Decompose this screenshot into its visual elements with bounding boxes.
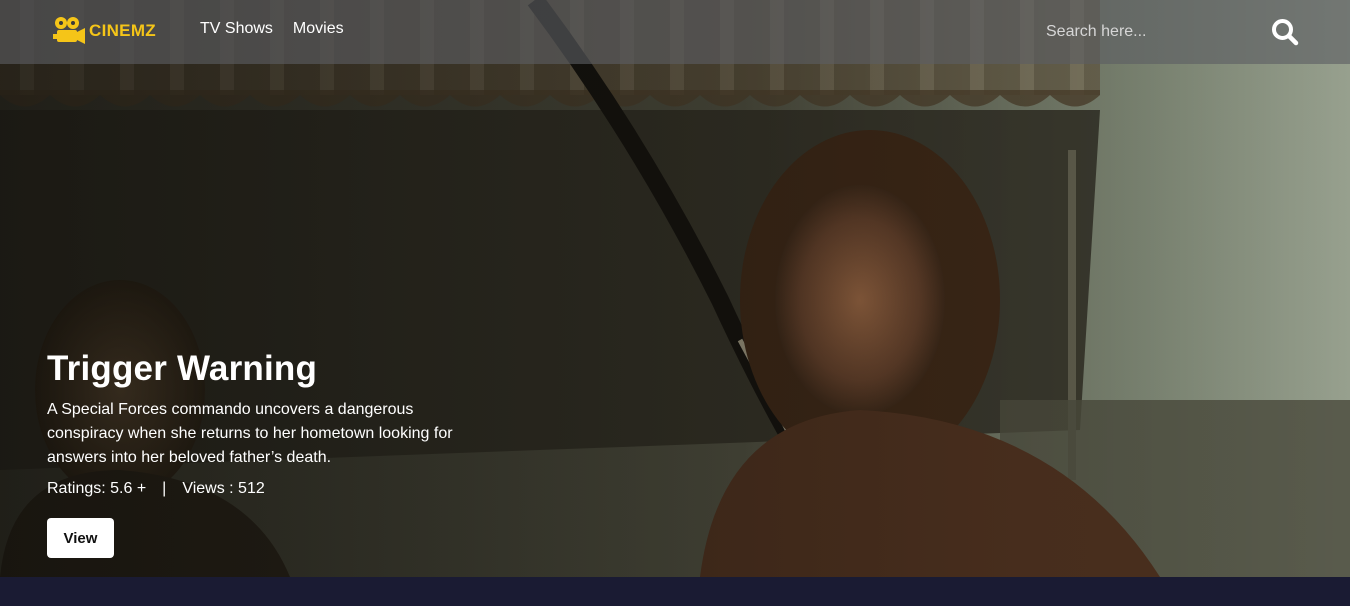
search-button[interactable] bbox=[1270, 17, 1300, 47]
hero-banner: Trigger Warning A Special Forces command… bbox=[0, 0, 1350, 577]
view-button[interactable]: View bbox=[47, 518, 114, 558]
hero-description: A Special Forces commando uncovers a dan… bbox=[47, 401, 453, 466]
nav-tv-shows[interactable]: TV Shows bbox=[200, 20, 273, 38]
brand-name: CINEMZ bbox=[89, 21, 156, 40]
search-input[interactable] bbox=[1040, 16, 1262, 48]
meta-separator: | bbox=[162, 480, 167, 497]
film-camera-icon bbox=[53, 17, 85, 44]
views-text: Views : 512 bbox=[182, 480, 265, 497]
hero-title: Trigger Warning bbox=[47, 349, 318, 388]
search-icon bbox=[1272, 19, 1299, 46]
top-navbar: CINEMZ TV Shows Movies bbox=[0, 0, 1350, 64]
hero-content: Trigger Warning A Special Forces command… bbox=[47, 346, 487, 558]
page: Trigger Warning A Special Forces command… bbox=[0, 0, 1350, 606]
main-nav: TV Shows Movies bbox=[200, 20, 344, 38]
ratings-text: Ratings: 5.6 + bbox=[47, 480, 147, 497]
nav-movies[interactable]: Movies bbox=[293, 20, 344, 38]
brand-logo[interactable]: CINEMZ bbox=[53, 14, 156, 48]
hero-meta: Ratings: 5.6 + | Views : 512 bbox=[47, 478, 487, 500]
content-section-top bbox=[0, 577, 1350, 606]
